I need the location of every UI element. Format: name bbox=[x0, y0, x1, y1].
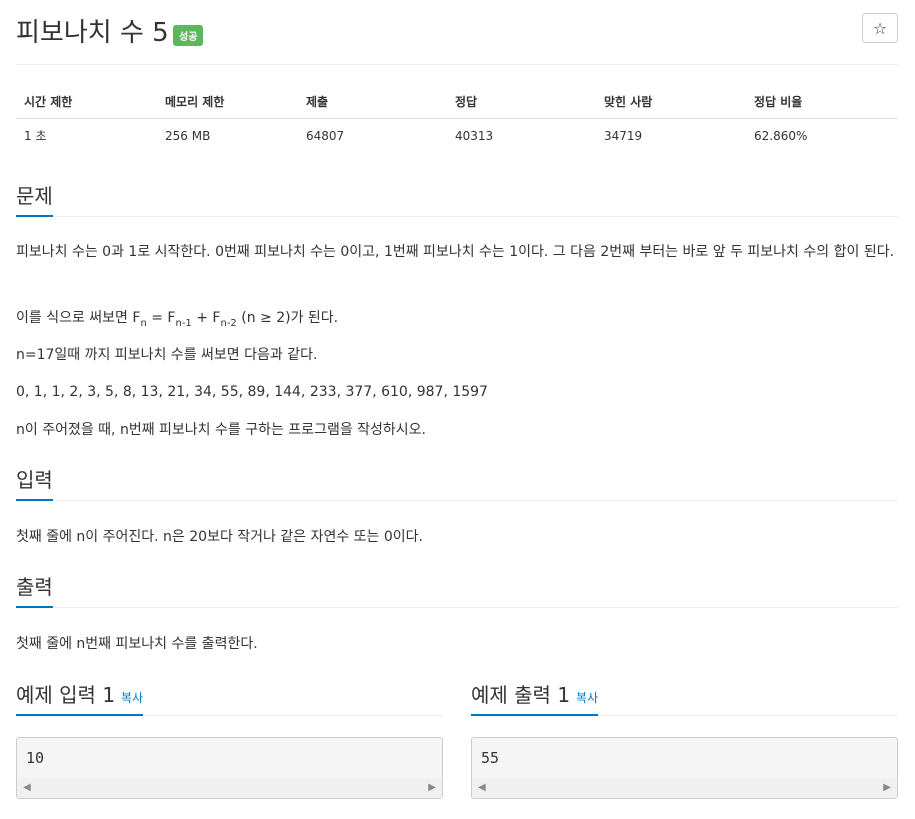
problem-sequence: 0, 1, 1, 2, 3, 5, 8, 13, 21, 34, 55, 89,… bbox=[16, 384, 488, 400]
problem-formula: 이를 식으로 써보면 Fn = Fn-1 + Fn-2 (n ≥ 2)가 된다. bbox=[16, 310, 339, 329]
sample-input-heading: 예제 입력 1 bbox=[16, 683, 116, 707]
copy-output-button[interactable]: 복사 bbox=[576, 691, 598, 705]
sample-output-header: 예제 출력 1 복사 bbox=[471, 679, 898, 716]
problem-heading: 문제 bbox=[16, 180, 53, 217]
problem-stats-table: 시간 제한 메모리 제한 제출 정답 맞힌 사람 정답 비율 1 초 256 M… bbox=[16, 87, 898, 152]
problem-paragraph-3: n=17일때 까지 피보나치 수를 써보면 다음과 같다. bbox=[16, 347, 318, 363]
col-accepted: 정답 bbox=[447, 87, 596, 119]
scroll-right-icon[interactable]: ▶ bbox=[428, 782, 436, 793]
col-accept-rate: 정답 비율 bbox=[746, 87, 898, 119]
scroll-left-icon[interactable]: ◀ bbox=[23, 782, 31, 793]
table-row: 1 초 256 MB 64807 40313 34719 62.860% bbox=[16, 119, 898, 153]
status-badge: 성공 bbox=[173, 25, 204, 46]
output-description: 첫째 줄에 n번째 피보나치 수를 출력한다. bbox=[16, 636, 258, 652]
scroll-left-icon[interactable]: ◀ bbox=[478, 782, 486, 793]
problem-paragraph-1: 피보나치 수는 0과 1로 시작한다. 0번째 피보나치 수는 0이고, 1번째… bbox=[16, 244, 895, 260]
input-description: 첫째 줄에 n이 주어진다. n은 20보다 작거나 같은 자연수 또는 0이다… bbox=[16, 529, 423, 545]
time-limit-value: 1 초 bbox=[24, 129, 47, 143]
sample-output-box[interactable]: 55 ◀ ▶ bbox=[471, 737, 898, 799]
sample-output-heading: 예제 출력 1 bbox=[471, 683, 571, 707]
favorite-button[interactable]: ☆ bbox=[862, 13, 898, 43]
page-title: 피보나치 수 5 bbox=[16, 18, 169, 48]
horizontal-scrollbar[interactable]: ◀ ▶ bbox=[17, 778, 442, 798]
title-row: 피보나치 수 5 성공 ☆ bbox=[16, 0, 898, 65]
output-section-header: 출력 bbox=[16, 571, 898, 608]
sample-input-box[interactable]: 10 ◀ ▶ bbox=[16, 737, 443, 799]
memory-limit-value: 256 MB bbox=[165, 128, 211, 143]
input-section-header: 입력 bbox=[16, 464, 898, 501]
sample-input-header: 예제 입력 1 복사 bbox=[16, 679, 443, 716]
horizontal-scrollbar[interactable]: ◀ ▶ bbox=[472, 778, 897, 798]
accepted-value[interactable]: 40313 bbox=[447, 119, 596, 153]
sample-output-value: 55 bbox=[481, 749, 500, 767]
col-solved-users: 맞힌 사람 bbox=[596, 87, 746, 119]
problem-section-header: 문제 bbox=[16, 180, 898, 217]
sample-input-value: 10 bbox=[26, 749, 45, 767]
col-time-limit: 시간 제한 bbox=[16, 87, 157, 119]
col-submissions: 제출 bbox=[298, 87, 447, 119]
accept-rate-value: 62.860% bbox=[754, 128, 808, 143]
output-heading: 출력 bbox=[16, 571, 53, 608]
scroll-right-icon[interactable]: ▶ bbox=[883, 782, 891, 793]
input-heading: 입력 bbox=[16, 464, 53, 501]
solved-users-value[interactable]: 34719 bbox=[596, 119, 746, 153]
problem-paragraph-5: n이 주어졌을 때, n번째 피보나치 수를 구하는 프로그램을 작성하시오. bbox=[16, 422, 427, 438]
col-memory-limit: 메모리 제한 bbox=[157, 87, 298, 119]
star-icon: ☆ bbox=[872, 18, 888, 38]
copy-input-button[interactable]: 복사 bbox=[121, 691, 143, 705]
submissions-value[interactable]: 64807 bbox=[298, 119, 447, 153]
